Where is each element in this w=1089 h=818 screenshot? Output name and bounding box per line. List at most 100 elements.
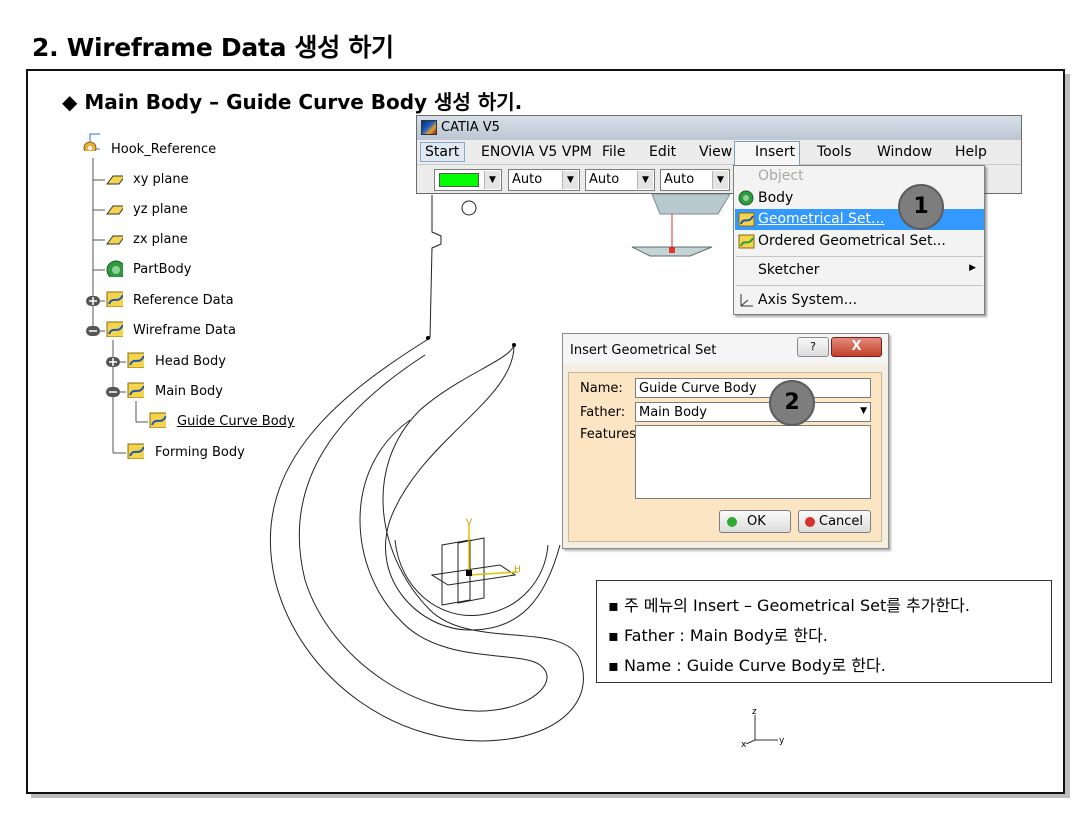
- partbody-icon: [106, 260, 123, 277]
- dropdown-arrow-icon: ▼: [562, 171, 578, 189]
- submenu-arrow-icon: ▶: [969, 263, 976, 273]
- step-badge-1: 1: [898, 184, 944, 230]
- point-type-value: Auto: [664, 172, 695, 187]
- dialog-titlebar: Insert Geometrical Set ? X: [563, 334, 888, 364]
- geometrical-set-icon: [149, 412, 166, 428]
- dropdown-arrow-icon: ▼: [860, 406, 867, 416]
- help-button[interactable]: ?: [797, 337, 829, 357]
- father-value: Main Body: [639, 405, 707, 420]
- geometrical-set-icon: [127, 382, 144, 398]
- tree-item-head-body[interactable]: Head Body: [155, 354, 226, 369]
- insert-menu-sketcher-label: Sketcher: [758, 262, 820, 278]
- insert-menu-object-label: Object: [758, 168, 804, 184]
- note-text: 주 메뉴의 Insert – Geometrical Set를 추가한다.: [623, 596, 970, 615]
- tree-item-zx-plane[interactable]: zx plane: [133, 232, 188, 247]
- axis-planes: [430, 537, 517, 606]
- tree-item-xy-plane[interactable]: xy plane: [133, 172, 189, 187]
- plane-icon: [106, 235, 123, 245]
- thickness-dropdown[interactable]: Auto ▼: [585, 169, 655, 191]
- insert-menu-axis-system[interactable]: Axis System...: [735, 290, 984, 311]
- menu-separator: [736, 285, 983, 286]
- dropdown-arrow-icon: ▼: [712, 171, 728, 189]
- name-label: Name:: [580, 381, 623, 396]
- tree-item-guide-curve-body[interactable]: Guide Curve Body: [177, 414, 295, 429]
- geometrical-set-icon: [106, 321, 123, 337]
- tree-item-yz-plane[interactable]: yz plane: [133, 202, 188, 217]
- dialog-body: Name: Guide Curve Body Father: Main Body…: [568, 372, 882, 542]
- catia-window-title: CATIA V5: [441, 120, 500, 135]
- part-preview: [651, 193, 731, 215]
- insert-menu: Object Body Geometrical Set... Ordered G…: [733, 165, 985, 315]
- insert-menu-axis-system-label: Axis System...: [758, 292, 858, 308]
- product-icon: [83, 133, 100, 151]
- tree-item-partbody[interactable]: PartBody: [133, 262, 191, 277]
- note-text: Name : Guide Curve Body로 한다.: [623, 656, 886, 675]
- tree-item-wireframe-data[interactable]: Wireframe Data: [133, 323, 236, 338]
- dropdown-arrow-icon: ▼: [637, 171, 653, 189]
- linetype-value: Auto: [512, 172, 543, 187]
- dialog-title: Insert Geometrical Set: [570, 343, 717, 358]
- plane-icon: [106, 205, 123, 215]
- catia-titlebar: CATIA V5: [417, 116, 1021, 140]
- insert-menu-body-label: Body: [758, 190, 794, 206]
- menu-help[interactable]: Help: [955, 144, 987, 160]
- insert-menu-body[interactable]: Body: [735, 188, 984, 209]
- insert-menu-object: Object: [735, 166, 984, 187]
- tree-item-reference-data[interactable]: Reference Data: [133, 293, 234, 308]
- features-label: Features:: [580, 427, 641, 442]
- menu-enovia[interactable]: ENOVIA V5 VPM: [481, 144, 592, 160]
- tree-item-forming-body[interactable]: Forming Body: [155, 445, 245, 460]
- catia-logo-icon: [421, 120, 437, 135]
- insert-geometrical-set-dialog: Insert Geometrical Set ? X Name: Guide C…: [562, 333, 889, 549]
- point-type-dropdown[interactable]: Auto ▼: [660, 169, 730, 191]
- menu-separator: [736, 256, 983, 257]
- name-field[interactable]: Guide Curve Body: [635, 378, 871, 398]
- note-item: ▪ 주 메뉴의 Insert – Geometrical Set를 추가한다.: [608, 596, 970, 615]
- dropdown-arrow-icon: ▼: [484, 171, 500, 189]
- note-text: Father : Main Body로 한다.: [623, 626, 828, 645]
- plane-icon: [106, 175, 123, 185]
- menu-insert[interactable]: Insert: [755, 144, 795, 160]
- cancel-status-icon: [805, 517, 815, 527]
- insert-menu-ordered-geometrical-set-label: Ordered Geometrical Set...: [758, 233, 946, 249]
- insert-menu-sketcher[interactable]: Sketcher ▶: [735, 260, 984, 281]
- insert-menu-ordered-geometrical-set[interactable]: Ordered Geometrical Set...: [735, 231, 984, 252]
- ordered-geometrical-set-icon: [738, 234, 755, 249]
- father-label: Father:: [580, 405, 626, 420]
- father-dropdown[interactable]: Main Body ▼: [635, 402, 871, 422]
- cancel-label: Cancel: [819, 514, 864, 529]
- geometrical-set-icon: [127, 352, 144, 368]
- compass-triad: [745, 715, 778, 745]
- tree-expanders: [86, 296, 120, 397]
- geometrical-set-icon: [106, 291, 123, 307]
- axis-system-icon: [740, 294, 753, 307]
- menu-tools[interactable]: Tools: [817, 144, 852, 160]
- body-icon: [738, 190, 754, 206]
- menu-start[interactable]: Start: [425, 144, 459, 160]
- step-badge-2: 2: [769, 380, 815, 426]
- menubar: Start ENOVIA V5 VPM File Edit View Inser…: [417, 140, 1021, 165]
- color-swatch: [439, 173, 479, 187]
- linetype-dropdown[interactable]: Auto ▼: [508, 169, 580, 191]
- axis-label-x: x: [741, 740, 747, 750]
- color-dropdown[interactable]: ▼: [434, 169, 502, 191]
- insert-menu-geometrical-set[interactable]: Geometrical Set...: [735, 209, 984, 230]
- tree-item-main-body[interactable]: Main Body: [155, 384, 223, 399]
- menu-file[interactable]: File: [602, 144, 625, 160]
- tree-item-hook-reference[interactable]: Hook_Reference: [111, 142, 216, 157]
- features-list[interactable]: [635, 425, 871, 499]
- axis-label-y: y: [779, 736, 785, 746]
- close-button[interactable]: X: [831, 337, 882, 357]
- menu-edit[interactable]: Edit: [649, 144, 676, 160]
- ok-label: OK: [747, 514, 766, 529]
- thickness-value: Auto: [589, 172, 620, 187]
- hook-outline: [269, 195, 584, 742]
- axis-label-h: H: [514, 565, 521, 575]
- cancel-button[interactable]: Cancel: [798, 510, 871, 533]
- ok-button[interactable]: OK: [719, 510, 791, 533]
- menu-view[interactable]: View: [699, 144, 732, 160]
- ok-status-icon: [727, 517, 737, 527]
- menu-window[interactable]: Window: [877, 144, 932, 160]
- geometrical-set-icon: [738, 212, 755, 227]
- name-value: Guide Curve Body: [639, 381, 757, 396]
